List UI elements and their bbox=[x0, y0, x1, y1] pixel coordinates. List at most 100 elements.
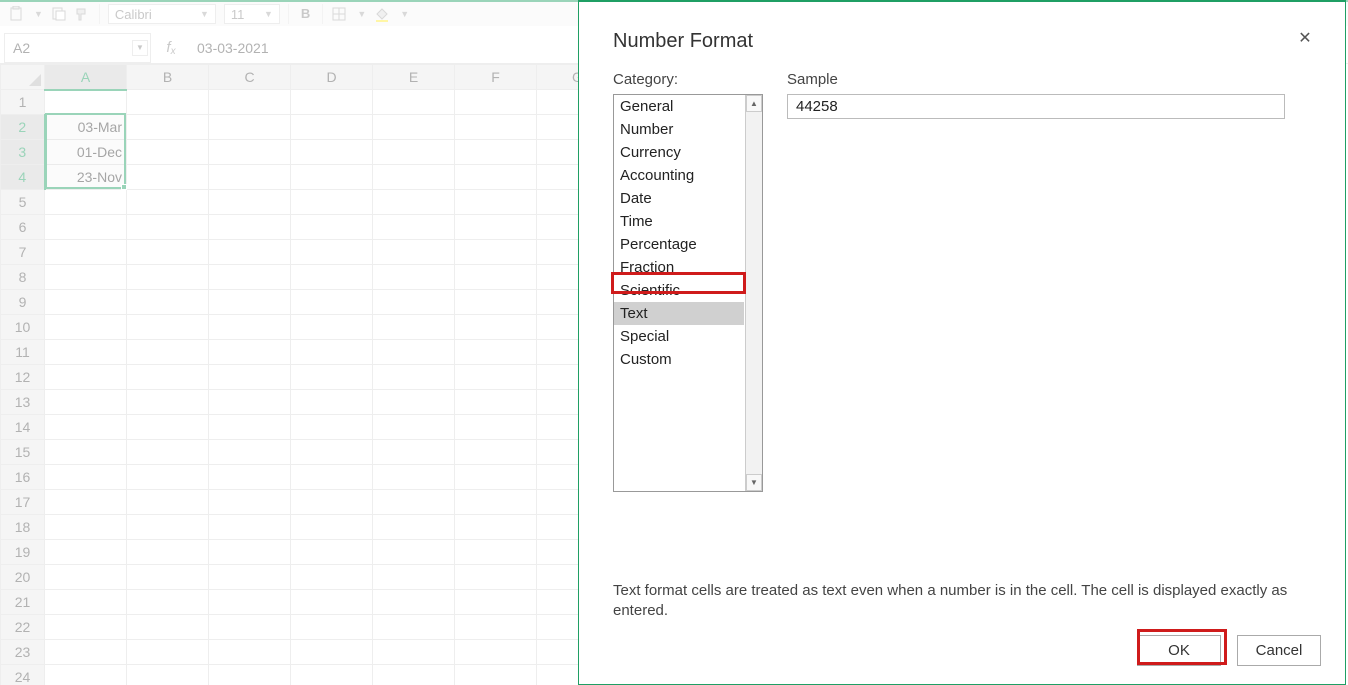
cell[interactable] bbox=[291, 215, 373, 240]
cell[interactable] bbox=[291, 365, 373, 390]
category-item[interactable]: Accounting bbox=[614, 164, 744, 187]
cell[interactable] bbox=[45, 265, 127, 290]
cell[interactable] bbox=[291, 515, 373, 540]
cell[interactable] bbox=[209, 615, 291, 640]
cell[interactable] bbox=[45, 315, 127, 340]
cell[interactable]: 03-Mar bbox=[45, 115, 127, 140]
name-box[interactable]: A2 ▼ bbox=[4, 33, 151, 63]
cell[interactable] bbox=[45, 365, 127, 390]
cell[interactable] bbox=[45, 565, 127, 590]
fill-color-icon[interactable] bbox=[374, 6, 390, 22]
select-all-corner[interactable] bbox=[1, 65, 45, 90]
row-header[interactable]: 21 bbox=[1, 590, 45, 615]
cell[interactable] bbox=[373, 665, 455, 685]
cell[interactable] bbox=[373, 540, 455, 565]
cell[interactable] bbox=[209, 240, 291, 265]
cell[interactable] bbox=[45, 540, 127, 565]
cell[interactable] bbox=[45, 90, 127, 115]
chevron-down-icon[interactable]: ▼ bbox=[132, 40, 148, 56]
cell[interactable] bbox=[291, 115, 373, 140]
cell[interactable] bbox=[373, 590, 455, 615]
category-item[interactable]: General bbox=[614, 95, 744, 118]
cell[interactable] bbox=[373, 90, 455, 115]
cell[interactable] bbox=[209, 540, 291, 565]
font-name-select[interactable]: Calibri▼ bbox=[108, 4, 216, 24]
cell[interactable] bbox=[209, 265, 291, 290]
cell[interactable] bbox=[127, 640, 209, 665]
scroll-up-icon[interactable]: ▲ bbox=[746, 95, 762, 112]
cell[interactable] bbox=[291, 340, 373, 365]
cell[interactable] bbox=[373, 515, 455, 540]
scrollbar[interactable]: ▲ ▼ bbox=[745, 95, 762, 491]
category-item[interactable]: Special bbox=[614, 325, 744, 348]
row-header[interactable]: 3 bbox=[1, 140, 45, 165]
cell[interactable] bbox=[209, 415, 291, 440]
cell[interactable] bbox=[455, 390, 537, 415]
cell[interactable] bbox=[127, 515, 209, 540]
row-header[interactable]: 9 bbox=[1, 290, 45, 315]
cell[interactable] bbox=[209, 665, 291, 685]
cell[interactable] bbox=[127, 465, 209, 490]
cell[interactable] bbox=[373, 465, 455, 490]
cell[interactable] bbox=[373, 265, 455, 290]
category-item[interactable]: Date bbox=[614, 187, 744, 210]
cell[interactable] bbox=[373, 165, 455, 190]
cell[interactable] bbox=[209, 190, 291, 215]
cell[interactable] bbox=[209, 315, 291, 340]
cell[interactable] bbox=[455, 665, 537, 685]
bold-icon[interactable]: B bbox=[297, 6, 314, 22]
cell[interactable] bbox=[373, 140, 455, 165]
row-header[interactable]: 10 bbox=[1, 315, 45, 340]
cell[interactable] bbox=[127, 490, 209, 515]
cell[interactable] bbox=[291, 315, 373, 340]
cell[interactable] bbox=[291, 190, 373, 215]
cell[interactable] bbox=[45, 515, 127, 540]
cell[interactable] bbox=[455, 115, 537, 140]
cell[interactable] bbox=[455, 215, 537, 240]
cell[interactable] bbox=[127, 215, 209, 240]
cell[interactable] bbox=[127, 565, 209, 590]
cell[interactable] bbox=[455, 265, 537, 290]
cell[interactable] bbox=[291, 240, 373, 265]
cell[interactable] bbox=[373, 190, 455, 215]
cell[interactable] bbox=[373, 440, 455, 465]
cell[interactable] bbox=[291, 640, 373, 665]
borders-icon[interactable] bbox=[331, 6, 347, 22]
row-header[interactable]: 22 bbox=[1, 615, 45, 640]
cell[interactable] bbox=[127, 390, 209, 415]
cancel-button[interactable]: Cancel bbox=[1237, 635, 1321, 666]
cell[interactable] bbox=[373, 340, 455, 365]
cell[interactable] bbox=[455, 490, 537, 515]
cell[interactable] bbox=[455, 615, 537, 640]
cell[interactable] bbox=[127, 590, 209, 615]
cell[interactable] bbox=[291, 465, 373, 490]
close-icon[interactable]: ✕ bbox=[1295, 28, 1315, 48]
cell[interactable] bbox=[127, 340, 209, 365]
row-header[interactable]: 24 bbox=[1, 665, 45, 685]
cell[interactable] bbox=[455, 140, 537, 165]
cell[interactable] bbox=[455, 165, 537, 190]
cell[interactable] bbox=[127, 140, 209, 165]
category-item[interactable]: Time bbox=[614, 210, 744, 233]
row-header[interactable]: 11 bbox=[1, 340, 45, 365]
cell[interactable] bbox=[127, 190, 209, 215]
cell[interactable] bbox=[209, 515, 291, 540]
cell[interactable] bbox=[455, 540, 537, 565]
row-header[interactable]: 8 bbox=[1, 265, 45, 290]
cell[interactable] bbox=[209, 365, 291, 390]
cell[interactable] bbox=[127, 665, 209, 685]
row-header[interactable]: 7 bbox=[1, 240, 45, 265]
cell[interactable] bbox=[373, 115, 455, 140]
cell[interactable] bbox=[455, 515, 537, 540]
column-header[interactable]: C bbox=[209, 65, 291, 90]
row-header[interactable]: 4 bbox=[1, 165, 45, 190]
cell[interactable] bbox=[455, 415, 537, 440]
cell[interactable] bbox=[373, 390, 455, 415]
column-header[interactable]: B bbox=[127, 65, 209, 90]
cell[interactable] bbox=[291, 390, 373, 415]
cell[interactable] bbox=[209, 165, 291, 190]
cell[interactable] bbox=[45, 640, 127, 665]
cell[interactable] bbox=[291, 90, 373, 115]
cell[interactable] bbox=[291, 290, 373, 315]
cell[interactable] bbox=[127, 365, 209, 390]
